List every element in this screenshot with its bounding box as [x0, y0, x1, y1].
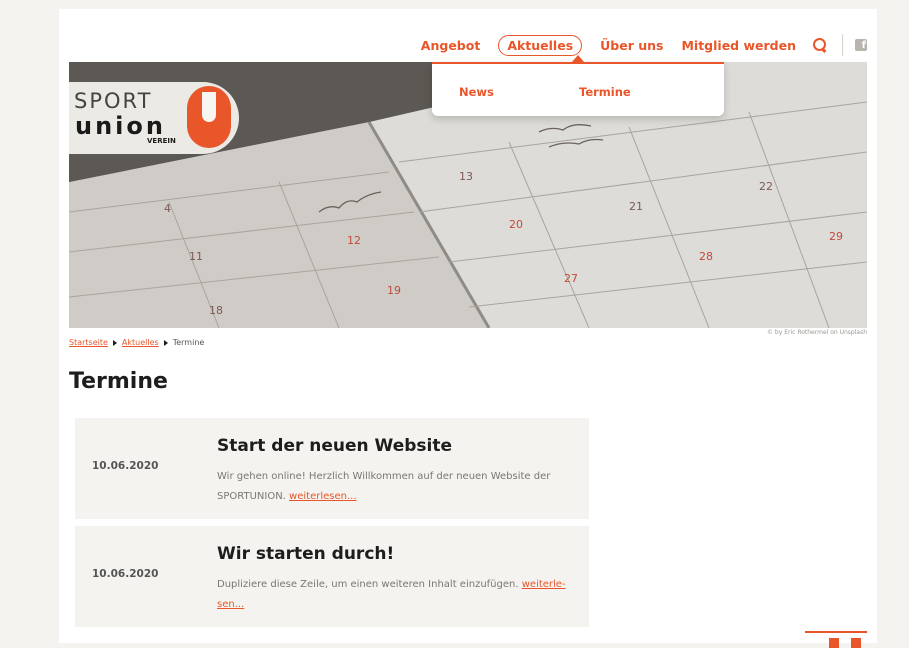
event-card: 10.06.2020 Wir starten durch! Dupliziere… [75, 526, 589, 627]
page-container: Angebot Aktuelles Über uns Mitglied werd… [59, 9, 877, 648]
page-title: Termine [69, 369, 168, 394]
calendar-number: 18 [209, 304, 223, 317]
breadcrumb-arrow-icon [163, 339, 168, 346]
event-card: 10.06.2020 Start der neuen Website Wir g… [75, 418, 589, 519]
calendar-number: 13 [459, 170, 473, 183]
event-teaser: Dupliziere diese Zeile, um einen weitere… [217, 575, 572, 615]
aktuelles-submenu: News Termine [432, 55, 724, 116]
submenu-item-termine[interactable]: Termine [579, 85, 631, 99]
read-more-link[interactable]: weiterlesen... [289, 491, 356, 502]
event-title[interactable]: Start der neuen Website [217, 436, 452, 456]
breadcrumb-current: Termine [172, 338, 205, 347]
sportunion-logo[interactable]: SPORT union VEREIN [69, 82, 239, 154]
event-date: 10.06.2020 [92, 568, 159, 580]
logo-text-sport: SPORT [74, 89, 153, 113]
breadcrumb: Startseite Aktuelles Termine [69, 338, 204, 347]
calendar-number: 29 [829, 230, 843, 243]
logo-text-union: union [75, 112, 166, 140]
search-icon[interactable] [812, 37, 828, 53]
footer-accent-line [805, 631, 867, 633]
breadcrumb-link-startseite[interactable]: Startseite [69, 338, 108, 347]
submenu-item-news[interactable]: News [459, 85, 494, 99]
image-credit: © by Eric Rothermel on Unsplash [767, 329, 867, 336]
calendar-number: 4 [164, 202, 171, 215]
breadcrumb-arrow-icon [112, 339, 117, 346]
event-teaser: Wir gehen online! Herzlich Willkommen au… [217, 467, 572, 507]
event-teaser-text: Dupliziere diese Zeile, um einen weitere… [217, 579, 519, 590]
facebook-icon[interactable]: f [855, 39, 867, 51]
calendar-number: 21 [629, 200, 643, 213]
nav-item-angebot[interactable]: Angebot [421, 38, 481, 53]
logo-u-badge-icon [187, 86, 231, 148]
calendar-number: 28 [699, 250, 713, 263]
calendar-number: 11 [189, 250, 203, 263]
event-teaser-text: Wir gehen online! Herzlich Willkommen au… [217, 471, 551, 502]
nav-item-ueber-uns[interactable]: Über uns [600, 38, 663, 53]
event-title[interactable]: Wir starten durch! [217, 544, 394, 564]
nav-item-mitglied-werden[interactable]: Mitglied werden [681, 38, 796, 53]
footer-social-icon[interactable] [851, 638, 861, 648]
nav-divider [842, 34, 843, 56]
logo-text-verein: VEREIN [147, 137, 176, 145]
calendar-number: 19 [387, 284, 401, 297]
footer-social-icon[interactable] [829, 638, 839, 648]
calendar-number: 20 [509, 218, 523, 231]
calendar-number: 27 [564, 272, 578, 285]
nav-item-aktuelles[interactable]: Aktuelles [498, 34, 583, 56]
calendar-number: 22 [759, 180, 773, 193]
main-navigation: Angebot Aktuelles Über uns Mitglied werd… [403, 33, 877, 57]
breadcrumb-link-aktuelles[interactable]: Aktuelles [122, 338, 159, 347]
event-date: 10.06.2020 [92, 460, 159, 472]
calendar-number: 12 [347, 234, 361, 247]
